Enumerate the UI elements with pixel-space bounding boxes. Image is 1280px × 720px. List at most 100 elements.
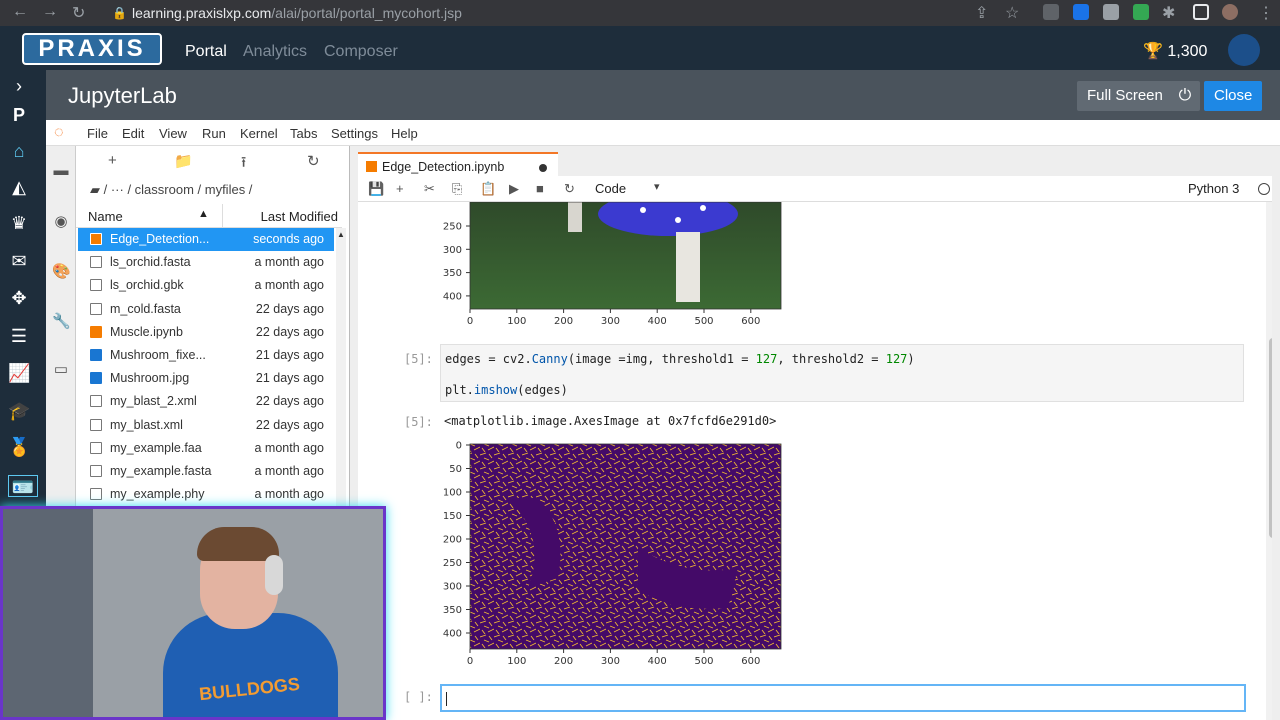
- file-row[interactable]: Muscle.ipynb 22 days ago: [78, 321, 334, 344]
- active-code-cell[interactable]: [440, 684, 1246, 712]
- palette-icon[interactable]: 🎨: [52, 262, 71, 280]
- fox-icon[interactable]: ◭: [8, 176, 30, 198]
- praxis-p-icon[interactable]: P: [8, 104, 30, 126]
- upload-icon[interactable]: ⭱: [241, 152, 246, 177]
- file-row[interactable]: m_cold.fasta 22 days ago: [78, 298, 334, 321]
- edges-image: [470, 444, 781, 649]
- output-text: <matplotlib.image.AxesImage at 0x7fcfd6e…: [444, 414, 777, 428]
- menu-view[interactable]: View: [159, 126, 187, 141]
- column-name[interactable]: Name: [88, 209, 123, 224]
- nav-composer[interactable]: Composer: [324, 43, 398, 61]
- file-row[interactable]: ls_orchid.fasta a month ago: [78, 251, 334, 274]
- run-icon[interactable]: ▶: [509, 181, 519, 197]
- running-icon[interactable]: ◉: [52, 212, 70, 230]
- extension-icon[interactable]: [1133, 4, 1149, 20]
- file-row[interactable]: Edge_Detection... seconds ago: [78, 228, 334, 252]
- file-modified: a month ago: [254, 487, 325, 502]
- menu-run[interactable]: Run: [202, 126, 226, 141]
- user-avatar[interactable]: [1228, 34, 1260, 66]
- chart-icon[interactable]: 📈: [8, 362, 30, 384]
- bookmark-star-icon[interactable]: ☆: [1005, 3, 1019, 23]
- new-launcher-icon[interactable]: +: [108, 152, 117, 169]
- graduation-cap-icon[interactable]: 🎓: [8, 400, 30, 422]
- kebab-menu-icon[interactable]: ⋮: [1258, 3, 1274, 23]
- notebook-toolbar: 💾 + ✂ ⎘ 📋 ▶ ■ ↻ Code ▾ Python 3: [358, 176, 1272, 202]
- menu-settings[interactable]: Settings: [331, 126, 378, 141]
- file-row[interactable]: Mushroom.jpg 21 days ago: [78, 367, 334, 390]
- mail-icon[interactable]: ✉: [8, 250, 30, 272]
- address-bar[interactable]: learning.praxislxp.com/alai/portal/porta…: [132, 5, 462, 21]
- image-mushroom-stem: [676, 232, 700, 302]
- x-tick-label: 100: [507, 656, 526, 667]
- file-name: Muscle.ipynb: [110, 324, 183, 339]
- new-folder-icon[interactable]: 📁: [174, 152, 193, 170]
- file-row[interactable]: my_example.fasta a month ago: [78, 460, 334, 483]
- scroll-up-icon[interactable]: ▲: [337, 230, 345, 239]
- profile-avatar[interactable]: [1222, 4, 1238, 20]
- extension-icon[interactable]: [1073, 4, 1089, 20]
- menu-edit[interactable]: Edit: [122, 126, 144, 141]
- file-icon: [90, 279, 102, 292]
- save-icon[interactable]: 💾: [368, 181, 384, 197]
- wrench-icon[interactable]: 🔧: [52, 312, 71, 330]
- extension-icon[interactable]: [1103, 4, 1119, 20]
- restart-icon[interactable]: ↻: [564, 181, 575, 197]
- code-cell-input[interactable]: edges = cv2.Canny(image =img, threshold1…: [440, 344, 1244, 402]
- server-icon[interactable]: ☰: [8, 325, 30, 347]
- plug-icon[interactable]: ⏻: [1170, 81, 1200, 111]
- file-modified: a month ago: [254, 255, 325, 270]
- file-row[interactable]: ls_orchid.gbk a month ago: [78, 274, 334, 297]
- close-button[interactable]: Close: [1204, 81, 1263, 111]
- notebook-scrollbar[interactable]: [1266, 202, 1272, 720]
- reload-icon[interactable]: ↻: [72, 3, 85, 23]
- id-card-icon[interactable]: 🪪: [8, 475, 38, 497]
- institution-icon[interactable]: ⌂: [8, 140, 30, 162]
- trophy-icon[interactable]: ♛: [8, 212, 30, 234]
- refresh-icon[interactable]: ↻: [307, 152, 320, 170]
- cell-type-select[interactable]: Code: [595, 181, 626, 196]
- file-row[interactable]: my_example.faa a month ago: [78, 437, 334, 460]
- paste-icon[interactable]: 📋: [480, 181, 496, 197]
- file-row[interactable]: my_blast.xml 22 days ago: [78, 414, 334, 437]
- menu-file[interactable]: File: [87, 126, 108, 141]
- chevron-down-icon[interactable]: ▾: [654, 180, 660, 193]
- kernel-name[interactable]: Python 3: [1188, 181, 1239, 196]
- notebook-icon: [90, 233, 102, 245]
- cut-icon[interactable]: ✂: [424, 181, 435, 197]
- sidepanel-icon[interactable]: [1193, 4, 1209, 20]
- nav-portal[interactable]: Portal: [185, 43, 227, 61]
- forward-icon[interactable]: →: [42, 3, 58, 21]
- praxis-logo[interactable]: PRAXIS: [22, 33, 162, 65]
- code-token: ): [907, 352, 915, 366]
- file-row[interactable]: my_example.phy a month ago: [78, 483, 334, 506]
- menu-tabs[interactable]: Tabs: [290, 126, 317, 141]
- copy-icon[interactable]: ⎘: [452, 181, 462, 197]
- fullscreen-button[interactable]: Full Screen: [1077, 81, 1173, 111]
- stop-icon[interactable]: ■: [536, 181, 544, 196]
- expand-chevron-icon[interactable]: ›: [8, 75, 30, 97]
- tabs-icon[interactable]: ▭: [52, 360, 70, 378]
- medal-icon[interactable]: 🏅: [8, 436, 30, 458]
- scrollbar-thumb[interactable]: [1269, 338, 1272, 538]
- menu-help[interactable]: Help: [391, 126, 418, 141]
- nav-analytics[interactable]: Analytics: [243, 43, 307, 61]
- unsaved-dot-icon[interactable]: [539, 164, 547, 172]
- puzzle-icon[interactable]: ✱: [1162, 3, 1175, 23]
- back-icon[interactable]: ←: [12, 3, 28, 21]
- x-tick-label: 400: [648, 316, 667, 327]
- file-row[interactable]: Mushroom_fixe... 21 days ago: [78, 344, 334, 367]
- extension-icon[interactable]: [1043, 4, 1059, 20]
- column-last-modified[interactable]: Last Modified: [261, 209, 338, 224]
- share-icon[interactable]: ⇪: [975, 3, 988, 23]
- file-row[interactable]: my_blast_2.xml 22 days ago: [78, 390, 334, 413]
- folder-icon[interactable]: ▬: [52, 162, 70, 180]
- webcam-person-hair: [197, 527, 279, 561]
- notebook-icon: [366, 161, 377, 172]
- y-tick-label: 250: [443, 558, 462, 569]
- network-icon[interactable]: ✥: [8, 287, 30, 309]
- insert-cell-icon[interactable]: +: [396, 181, 404, 196]
- breadcrumb[interactable]: ▰ / ··· / classroom / myfiles /: [90, 182, 252, 198]
- x-tick-label: 500: [694, 656, 713, 667]
- file-list-scrollbar[interactable]: ▲: [336, 228, 346, 506]
- menu-kernel[interactable]: Kernel: [240, 126, 278, 141]
